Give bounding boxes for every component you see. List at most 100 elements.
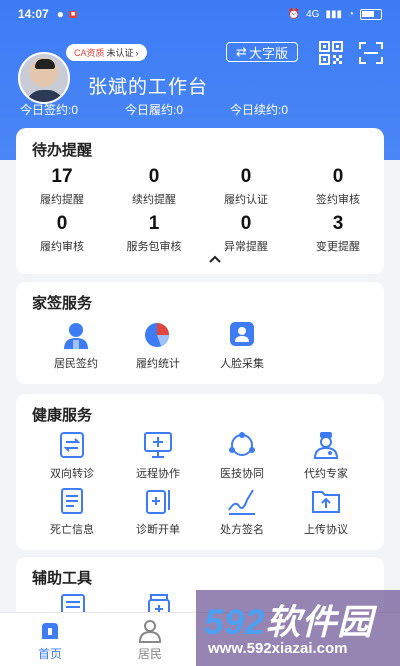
todo-count: 0 xyxy=(240,166,252,187)
item-label: 医技协同 xyxy=(220,468,264,480)
status-right: ⏰ 4G ▮▮▮ ◔ xyxy=(287,8,382,20)
todo-grid: 17 履约提醒 0 续约提醒 0 履约认证 0 签约审核 0 履约审核 1 服务… xyxy=(16,166,384,254)
todo-item-sign-review[interactable]: 0 签约审核 xyxy=(292,166,384,207)
todo-label: 续约提醒 xyxy=(132,194,176,206)
item-label: 居民签约 xyxy=(54,358,98,370)
watermark: 592软件园 www.592xiazai.com xyxy=(196,590,400,666)
tab-home[interactable]: 首页 xyxy=(20,619,80,662)
item-label: 代约专家 xyxy=(304,468,348,480)
qr-code-icon[interactable] xyxy=(319,41,343,65)
todo-item-renew-reminder[interactable]: 0 续约提醒 xyxy=(108,166,200,207)
upload-agreement-button[interactable]: 上传协议 xyxy=(284,486,368,537)
perform-stats-button[interactable]: 履约统计 xyxy=(116,320,200,371)
chat-icon: ● xyxy=(56,7,64,21)
doctor-icon xyxy=(313,432,339,459)
todo-label: 异常提醒 xyxy=(224,241,268,253)
book-expert-button[interactable]: 代约专家 xyxy=(284,430,368,481)
watermark-brand: 592软件园 xyxy=(204,594,373,645)
big-font-label: 大字版 xyxy=(248,45,288,61)
todo-count: 17 xyxy=(51,166,73,187)
todo-count: 0 xyxy=(56,213,68,234)
tools-title: 辅助工具 xyxy=(32,570,93,587)
todo-count: 0 xyxy=(332,166,344,187)
referral-button[interactable]: 双向转诊 xyxy=(30,430,114,481)
todo-item-perform-review[interactable]: 0 履约审核 xyxy=(16,213,108,254)
workspace-title: 张斌的工作台 xyxy=(88,77,209,98)
item-label: 诊断开单 xyxy=(136,524,180,536)
tab-residents[interactable]: 居民 xyxy=(120,619,180,662)
resident-sign-button[interactable]: 居民签约 xyxy=(34,320,118,371)
todo-item-abnormal-reminder[interactable]: 0 异常提醒 xyxy=(200,213,292,254)
item-label: 死亡信息 xyxy=(50,524,94,536)
watermark-url: www.592xiazai.com xyxy=(208,640,348,657)
watermark-number: 592 xyxy=(204,603,266,642)
todo-item-perform-reminder[interactable]: 17 履约提醒 xyxy=(16,166,108,207)
status-notification-icons: ● ■ xyxy=(56,7,78,21)
todo-count: 0 xyxy=(240,213,252,234)
item-label: 双向转诊 xyxy=(50,468,94,480)
tab-label: 首页 xyxy=(37,647,62,661)
diagnosis-order-button[interactable]: 诊断开单 xyxy=(116,486,200,537)
ca-status: 未认证 xyxy=(106,48,134,58)
todo-label: 变更提醒 xyxy=(316,241,360,253)
medtech-collab-button[interactable]: 医技协同 xyxy=(200,430,284,481)
todo-item-perform-certify[interactable]: 0 履约认证 xyxy=(200,166,292,207)
tab-label: 居民 xyxy=(137,647,162,661)
resident-tab-icon xyxy=(138,620,162,643)
item-label: 上传协议 xyxy=(304,524,348,536)
remote-collab-button[interactable]: 远程协作 xyxy=(116,430,200,481)
network-label: 4G xyxy=(306,8,320,20)
battery-icon xyxy=(360,8,382,20)
todo-label: 履约提醒 xyxy=(40,194,84,206)
todo-count: 3 xyxy=(332,213,344,234)
todo-item-package-review[interactable]: 1 服务包审核 xyxy=(108,213,200,254)
chevron-up-icon[interactable] xyxy=(208,254,222,264)
family-service-card: 家签服务 居民签约 履约统计 人脸采集 xyxy=(16,282,384,384)
big-font-mode-button[interactable]: ⇄ 大字版 xyxy=(226,42,298,62)
today-stats: 今日签约:0 今日履约:0 今日续约:0 xyxy=(20,101,390,118)
death-info-button[interactable]: 死亡信息 xyxy=(30,486,114,537)
today-renew-stat[interactable]: 今日续约:0 xyxy=(230,101,335,118)
wifi-icon: ◔ xyxy=(347,8,354,20)
alarm-icon: ⏰ xyxy=(287,8,301,20)
home-icon xyxy=(42,623,58,639)
network-icon xyxy=(229,432,255,456)
todo-label: 签约审核 xyxy=(316,194,360,206)
health-service-card: 健康服务 双向转诊 远程协作 医技协同 代约专家 死亡信息 诊断开单 处方签名 … xyxy=(16,394,384,550)
item-label: 履约统计 xyxy=(136,358,180,370)
today-sign-stat[interactable]: 今日签约:0 xyxy=(20,101,125,118)
document-list-icon xyxy=(61,488,83,514)
signal-icon: ▮▮▮ xyxy=(325,8,342,20)
todo-label: 服务包审核 xyxy=(126,241,182,253)
chevron-right-icon: › xyxy=(135,47,139,58)
family-service-title: 家签服务 xyxy=(32,295,93,312)
todo-label: 履约审核 xyxy=(40,241,84,253)
app-badge-icon: ■ xyxy=(68,10,78,18)
upload-folder-icon xyxy=(312,491,340,513)
watermark-text: 软件园 xyxy=(265,603,374,642)
swap-icon: ⇄ xyxy=(236,44,247,59)
resident-icon xyxy=(64,323,88,349)
todo-label: 履约认证 xyxy=(224,194,268,206)
todo-title: 待办提醒 xyxy=(32,142,93,159)
todo-count: 1 xyxy=(148,213,160,234)
item-label: 处方签名 xyxy=(220,524,264,536)
todo-count: 0 xyxy=(148,166,160,187)
remote-monitor-icon xyxy=(144,432,172,458)
ca-status-badge[interactable]: CA资质 未认证 › xyxy=(66,44,147,61)
health-service-title: 健康服务 xyxy=(32,407,93,424)
today-perform-stat[interactable]: 今日履约:0 xyxy=(125,101,230,118)
todo-reminder-card: 待办提醒 17 履约提醒 0 续约提醒 0 履约认证 0 签约审核 0 履约审核… xyxy=(16,128,384,274)
signature-icon xyxy=(228,489,255,515)
face-capture-icon xyxy=(230,322,254,346)
face-capture-button[interactable]: 人脸采集 xyxy=(200,320,284,371)
todo-item-change-reminder[interactable]: 3 变更提醒 xyxy=(292,213,384,254)
prescription-icon xyxy=(146,490,170,514)
avatar[interactable] xyxy=(18,52,70,104)
prescription-sign-button[interactable]: 处方签名 xyxy=(200,486,284,537)
referral-icon xyxy=(60,432,84,458)
ca-label: CA资质 xyxy=(74,48,105,58)
pie-chart-icon xyxy=(145,323,169,347)
scan-icon[interactable] xyxy=(358,41,384,65)
status-time: 14:07 xyxy=(18,7,49,21)
